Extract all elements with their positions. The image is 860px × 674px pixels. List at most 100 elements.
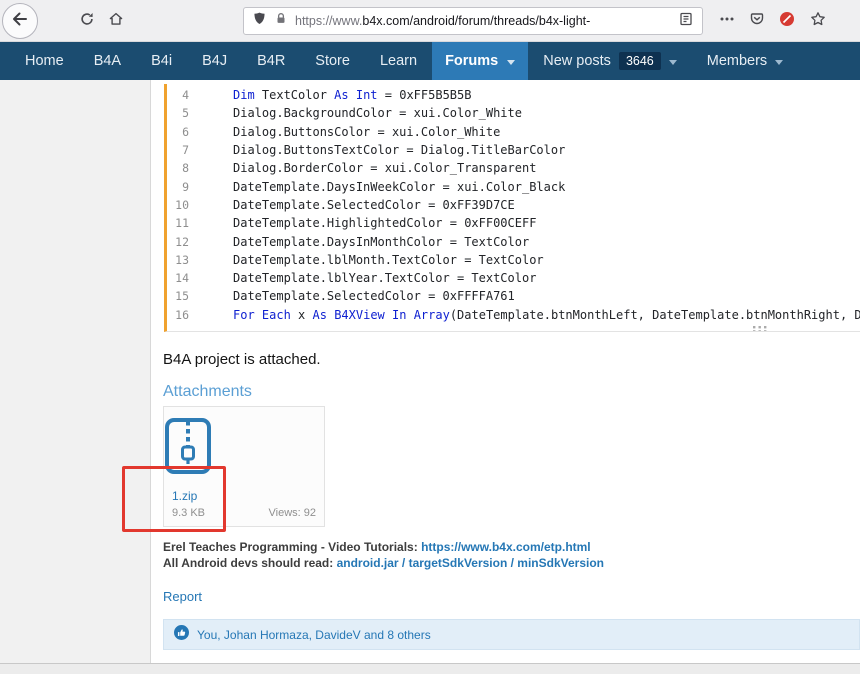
attachment-tile[interactable]: 1.zip 9.3 KB Views: 92 bbox=[163, 406, 325, 527]
code-resize-grid-icon[interactable] bbox=[752, 325, 768, 331]
code-line: 8 Dialog.BorderColor = xui.Color_Transpar… bbox=[167, 159, 860, 177]
page-bottom-strip bbox=[0, 663, 860, 674]
page-actions-button[interactable] bbox=[719, 13, 735, 29]
code-line: 11 DateTemplate.HighlightedColor = 0xFF00… bbox=[167, 214, 860, 232]
code-line-number: 11 bbox=[175, 216, 189, 231]
post-content: 4 Dim TextColor As Int = 0xFF5B5B5B 5 Dialo… bbox=[152, 80, 860, 663]
signature-link-etp[interactable]: https://www.b4x.com/etp.html bbox=[421, 540, 591, 554]
nav-item-b4i[interactable]: B4i bbox=[136, 42, 187, 80]
three-dots-icon bbox=[719, 11, 735, 32]
address-bar[interactable]: https://www.b4x.com/android/forum/thread… bbox=[243, 7, 703, 35]
nav-item-b4j[interactable]: B4J bbox=[187, 42, 242, 80]
browser-toolbar: https://www.b4x.com/android/forum/thread… bbox=[0, 0, 860, 42]
thumbs-up-icon bbox=[174, 624, 189, 645]
back-arrow-icon bbox=[10, 9, 30, 34]
code-line: 16 For Each x As B4XView In Array(DateTem… bbox=[167, 306, 860, 324]
code-line-number: 6 bbox=[182, 124, 189, 139]
code-line-text: DateTemplate.HighlightedColor = 0xFF00CE… bbox=[233, 216, 537, 231]
code-line-number: 5 bbox=[182, 106, 189, 121]
code-line-text: DateTemplate.SelectedColor = 0xFF39D7CE bbox=[233, 197, 515, 212]
post-body-text: B4A project is attached. bbox=[163, 351, 321, 368]
attachment-file-link[interactable]: 1.zip bbox=[172, 489, 197, 503]
star-icon bbox=[810, 11, 826, 32]
code-line-text: Dialog.BackgroundColor = xui.Color_White bbox=[233, 106, 522, 121]
url-text[interactable]: https://www.b4x.com/android/forum/thread… bbox=[295, 14, 590, 28]
nav-item-learn[interactable]: Learn bbox=[365, 42, 432, 80]
code-line-text: Dialog.ButtonsTextColor = Dialog.TitleBa… bbox=[233, 143, 566, 158]
chevron-down-icon[interactable] bbox=[668, 60, 677, 65]
code-line: 13 DateTemplate.lblMonth.TextColor = Text… bbox=[167, 251, 860, 269]
code-line: 14 DateTemplate.lblYear.TextColor = TextC… bbox=[167, 269, 860, 287]
nav-item-b4a[interactable]: B4A bbox=[79, 42, 136, 80]
back-button[interactable] bbox=[2, 3, 38, 39]
attachment-file-size: 9.3 KB bbox=[172, 507, 206, 519]
url-protocol: https://www. bbox=[295, 14, 363, 28]
nav-label: B4A bbox=[93, 53, 122, 69]
code-line-number: 4 bbox=[182, 88, 189, 103]
code-line-text: Dim TextColor As Int = 0xFF5B5B5B bbox=[233, 88, 472, 103]
adblock-icon bbox=[779, 11, 795, 32]
chevron-down-icon[interactable] bbox=[507, 60, 516, 65]
code-line-text: Dialog.ButtonsColor = xui.Color_White bbox=[233, 124, 501, 139]
nav-item-store[interactable]: Store bbox=[300, 42, 365, 80]
nav-item-home[interactable]: Home bbox=[10, 42, 79, 80]
page-body: 4 Dim TextColor As Int = 0xFF5B5B5B 5 Dialo… bbox=[0, 80, 860, 663]
attachments-heading: Attachments bbox=[163, 383, 252, 400]
code-line: 7 Dialog.ButtonsTextColor = Dialog.TitleB… bbox=[167, 141, 860, 159]
nav-tab-forums[interactable]: Forums bbox=[432, 42, 529, 80]
reactions-summary[interactable]: You, Johan Hormaza, DavideV and 8 others bbox=[197, 628, 431, 642]
nav-label: Forums bbox=[445, 53, 499, 69]
code-line: 5 Dialog.BackgroundColor = xui.Color_Whit… bbox=[167, 104, 860, 122]
home-icon bbox=[108, 11, 124, 32]
code-line-text: DateTemplate.SelectedColor = 0xFFFFA761 bbox=[233, 289, 515, 304]
code-line-number: 15 bbox=[175, 289, 189, 304]
nav-label: B4i bbox=[151, 53, 173, 69]
refresh-button[interactable] bbox=[79, 11, 95, 32]
code-line-number: 7 bbox=[182, 143, 189, 158]
code-line-number: 8 bbox=[182, 161, 189, 176]
signature-link-sdk[interactable]: android.jar / targetSdkVersion / minSdkV… bbox=[337, 556, 604, 570]
lock-icon[interactable] bbox=[274, 11, 288, 31]
signature-block: Erel Teaches Programming - Video Tutoria… bbox=[163, 539, 604, 571]
attachment-views: Views: 92 bbox=[268, 507, 317, 519]
chevron-down-icon[interactable] bbox=[775, 60, 784, 65]
code-line-text: DateTemplate.lblMonth.TextColor = TextCo… bbox=[233, 252, 544, 267]
nav-item-members[interactable]: Members bbox=[692, 42, 798, 80]
adblock-extension-button[interactable] bbox=[779, 11, 795, 32]
code-line-text: DateTemplate.DaysInWeekColor = xui.Color… bbox=[233, 179, 566, 194]
code-line: 15 DateTemplate.SelectedColor = 0xFFFFA76… bbox=[167, 287, 860, 305]
refresh-icon bbox=[79, 11, 95, 32]
nav-item-b4r[interactable]: B4R bbox=[242, 42, 300, 80]
signature-text: Erel Teaches Programming - Video Tutoria… bbox=[163, 540, 422, 554]
signature-line: Erel Teaches Programming - Video Tutoria… bbox=[163, 539, 604, 555]
url-path: b4x.com/android/forum/threads/b4x-light- bbox=[362, 14, 591, 28]
nav-item-new-posts[interactable]: New posts 3646 bbox=[528, 42, 692, 80]
reactions-bar: You, Johan Hormaza, DavideV and 8 others bbox=[163, 619, 860, 650]
bookmark-star-button[interactable] bbox=[810, 11, 826, 32]
home-button[interactable] bbox=[108, 11, 124, 32]
code-line-number: 10 bbox=[175, 197, 189, 212]
pocket-icon bbox=[749, 11, 765, 32]
tracking-shield-icon[interactable] bbox=[252, 11, 267, 31]
reader-mode-icon[interactable] bbox=[678, 11, 694, 32]
report-link[interactable]: Report bbox=[163, 589, 202, 604]
pocket-button[interactable] bbox=[749, 11, 765, 32]
nav-label: Home bbox=[25, 53, 64, 69]
code-line: 10 DateTemplate.SelectedColor = 0xFF39D7C… bbox=[167, 196, 860, 214]
code-line-text: Dialog.BorderColor = xui.Color_Transpare… bbox=[233, 161, 537, 176]
left-gutter bbox=[0, 80, 151, 663]
nav-label: Store bbox=[315, 53, 350, 69]
code-block: 4 Dim TextColor As Int = 0xFF5B5B5B 5 Dialo… bbox=[164, 84, 860, 332]
nav-label: B4J bbox=[202, 53, 228, 69]
nav-label: Learn bbox=[379, 53, 418, 69]
code-line: 4 Dim TextColor As Int = 0xFF5B5B5B bbox=[167, 86, 860, 104]
new-posts-count-badge: 3646 bbox=[618, 52, 661, 70]
signature-line: All Android devs should read: android.ja… bbox=[163, 555, 604, 571]
code-line-text: DateTemplate.lblYear.TextColor = TextCol… bbox=[233, 271, 537, 286]
code-line: 12 DateTemplate.DaysInMonthColor = TextCo… bbox=[167, 232, 860, 250]
code-line-number: 13 bbox=[175, 252, 189, 267]
code-lines: 4 Dim TextColor As Int = 0xFF5B5B5B 5 Dialo… bbox=[167, 86, 860, 324]
signature-text: All Android devs should read: bbox=[163, 556, 337, 570]
nav-label: B4R bbox=[257, 53, 286, 69]
code-line-number: 12 bbox=[175, 234, 189, 249]
